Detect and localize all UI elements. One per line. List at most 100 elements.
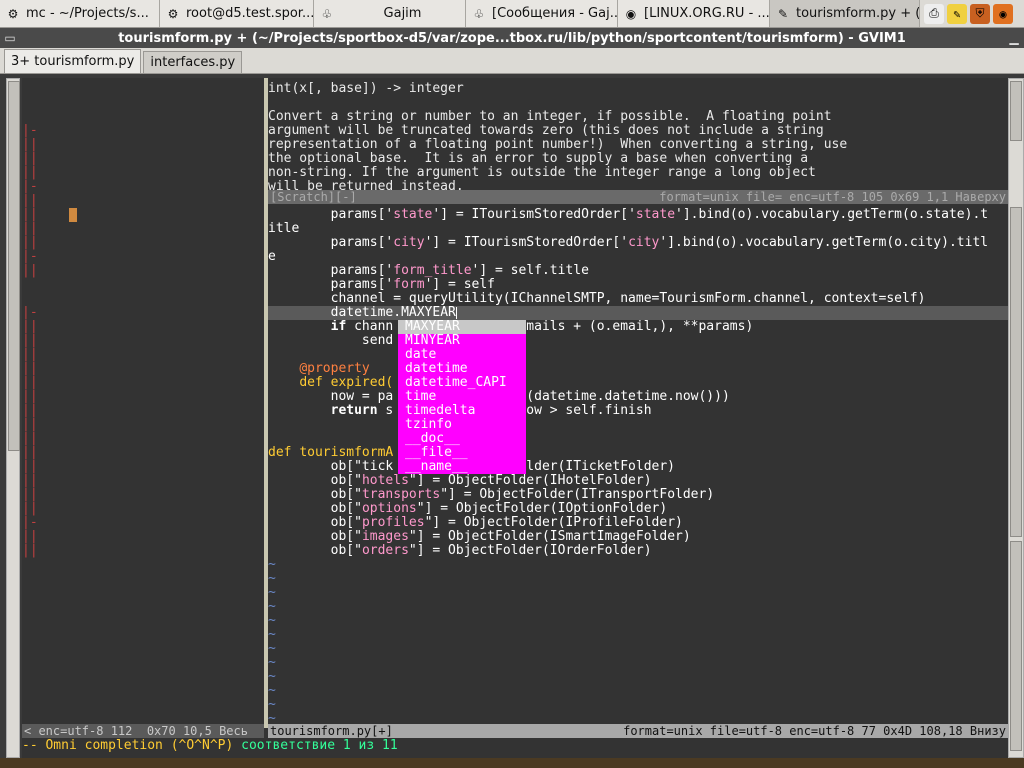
printer-icon[interactable]: ⎙ [924, 3, 944, 24]
taskbar-item[interactable]: ♧ Gajim [314, 0, 466, 27]
tab-bar: 3+ tourismform.py interfaces.py [0, 48, 1024, 74]
code-line[interactable]: ob["profiles"] = ObjectFolder(IProfileFo… [268, 516, 1008, 530]
taglist-tag-item: || [22, 376, 264, 390]
tab-interfaces[interactable]: interfaces.py [143, 51, 243, 73]
firefox-icon[interactable]: ◉ [993, 3, 1013, 24]
gvim-icon: ✎ [777, 6, 789, 21]
code-line[interactable] [268, 348, 1008, 362]
tab-tourismform[interactable]: 3+ tourismform.py [4, 49, 142, 73]
completion-item[interactable]: time [398, 390, 526, 404]
empty-line-tilde: ~ [268, 698, 276, 712]
taskbar-item[interactable]: ✎ tourismform.py + (... [770, 0, 920, 27]
taskbar-item[interactable]: ♧ [Сообщения - Gaj... [466, 0, 618, 27]
taskbar-item[interactable]: ⚙ root@d5.test.spor... [160, 0, 314, 27]
keyword: def [268, 446, 300, 460]
taglist-line: || [22, 236, 264, 250]
taglist-pane[interactable]: |- || || || |- || || || || |- || |- || |… [22, 78, 264, 722]
omni-completion-popup[interactable]: MAXYEAR MINYEAR date datetime datetime_CAPI t… [398, 320, 526, 474]
string-literal: 'city' [385, 236, 433, 250]
taglist-text [45, 460, 68, 474]
keyword: if [330, 320, 347, 334]
fold-column: || [22, 166, 46, 180]
completion-item[interactable]: datetime [398, 362, 526, 376]
code-line[interactable]: params['city'] = ITourismStoredOrder['ci… [268, 236, 1008, 250]
code-line[interactable]: params['form'] = self [268, 278, 1008, 292]
taglist-text [45, 516, 53, 530]
notes-icon[interactable]: ✎ [947, 3, 967, 24]
code-line[interactable]: ob["orders"] = ObjectFolder(IOrderFolder… [268, 544, 1008, 558]
taglist-tag-item: || [22, 152, 264, 166]
completion-item[interactable]: __doc__ [398, 432, 526, 446]
scratch-scrollbar-thumb[interactable] [1010, 81, 1022, 141]
code-line[interactable]: ob["tick older(ITicketFolder) [268, 460, 1008, 474]
string-literal: "options" [354, 502, 425, 516]
taskbar-item[interactable]: ⚙ mc - ~/Projects/s... [0, 0, 160, 27]
code-line[interactable]: now = pa r(datetime.datetime.now())) [268, 390, 1008, 404]
string-content: city [393, 236, 425, 250]
window-title: tourismform.py + (~/Projects/sportbox-d5… [118, 30, 906, 46]
window-titlebar: ▭ tourismform.py + (~/Projects/sportbox-… [0, 28, 1024, 48]
code-line[interactable]: ob["images"] = ObjectFolder(ISmartImageF… [268, 530, 1008, 544]
fold-column: || [22, 236, 46, 250]
code-line[interactable]: ob["transports"] = ObjectFolder(ITranspo… [268, 488, 1008, 502]
code-line[interactable] [268, 418, 1008, 432]
code-scrollbar-thumb[interactable] [1010, 207, 1022, 537]
completion-item[interactable]: __file__ [398, 446, 526, 460]
taglist-text [22, 292, 38, 306]
code-line[interactable]: def expired( [268, 376, 1008, 390]
code-line[interactable]: def tourismformA [268, 446, 1008, 460]
taglist-tag-item: || [22, 348, 264, 362]
code-line[interactable]: params['state'] = ITourismStoredOrder['s… [268, 208, 1008, 222]
completion-item[interactable]: datetime_CAPI [398, 376, 526, 390]
completion-item-selected[interactable]: MAXYEAR [398, 320, 526, 334]
code-line[interactable]: send [268, 334, 1008, 348]
editor-right-pane[interactable]: int(x[, base]) -> integer Convert a strin… [268, 78, 1008, 728]
shield-icon[interactable]: ⛨ [970, 3, 990, 24]
code-line[interactable]: ob["options"] = ObjectFolder(IOptionFold… [268, 502, 1008, 516]
vim-editor[interactable]: |- || || || |- || || || || |- || |- || |… [22, 78, 1008, 758]
empty-line-tilde: ~ [268, 614, 276, 628]
completion-mode-text: -- Omni completion (^O^N^P) [22, 738, 234, 753]
completion-item[interactable]: __name__ [398, 460, 526, 474]
right-scrollbar-lower-thumb[interactable] [1010, 541, 1022, 751]
code-line[interactable]: channel = queryUtility(IChannelSMTP, nam… [268, 292, 1008, 306]
fold-column: || [22, 474, 46, 488]
code-line[interactable]: params['form_title'] = self.title [268, 264, 1008, 278]
code-line[interactable]: e [268, 250, 1008, 264]
code-line[interactable]: @property [268, 362, 1008, 376]
completion-item[interactable]: date [398, 348, 526, 362]
code-line[interactable]: return s now > self.finish [268, 404, 1008, 418]
taglist-tag-item: || [22, 320, 264, 334]
taskbar-item-label: [LINUX.ORG.RU - ... [644, 6, 770, 21]
completion-item[interactable]: timedelta [398, 404, 526, 418]
empty-line [22, 642, 264, 656]
window-menu-icon[interactable]: ▭ [0, 28, 20, 48]
taglist-line [22, 278, 264, 292]
right-scrollbar[interactable] [1008, 78, 1024, 758]
taglist-text [45, 418, 68, 432]
empty-line [22, 628, 264, 642]
firefox-icon: ◉ [625, 6, 637, 21]
leaf-icon: ♧ [321, 6, 333, 21]
minimize-icon[interactable]: ▁ [1004, 28, 1024, 48]
taskbar-item[interactable]: ◉ [LINUX.ORG.RU - ... [618, 0, 770, 27]
taglist-text [22, 558, 38, 572]
empty-line-tilde: ~ [268, 600, 276, 614]
code-line[interactable]: if chann emails + (o.email,), **params) [268, 320, 1008, 334]
left-scrollbar[interactable] [6, 78, 20, 758]
empty-line [22, 698, 264, 712]
code-line[interactable]: ob["hotels"] = ObjectFolder(IHotelFolder… [268, 474, 1008, 488]
scratch-status-info: format=unix file= enc=utf-8 105 0x69 1,1… [659, 190, 1006, 204]
string-literal: "images" [354, 530, 417, 544]
code-line-current[interactable]: datetime.MAXYEAR [268, 306, 1008, 320]
completion-item[interactable]: MINYEAR [398, 334, 526, 348]
empty-line: ~ [268, 684, 1008, 698]
fold-column: || [22, 194, 46, 208]
completion-item[interactable]: tzinfo [398, 418, 526, 432]
taglist-text [45, 446, 68, 460]
code-line[interactable]: itle [268, 222, 1008, 236]
empty-line [22, 600, 264, 614]
code-line[interactable] [268, 432, 1008, 446]
left-scrollbar-thumb[interactable] [8, 81, 20, 451]
taglist-tag-item: || [22, 460, 264, 474]
